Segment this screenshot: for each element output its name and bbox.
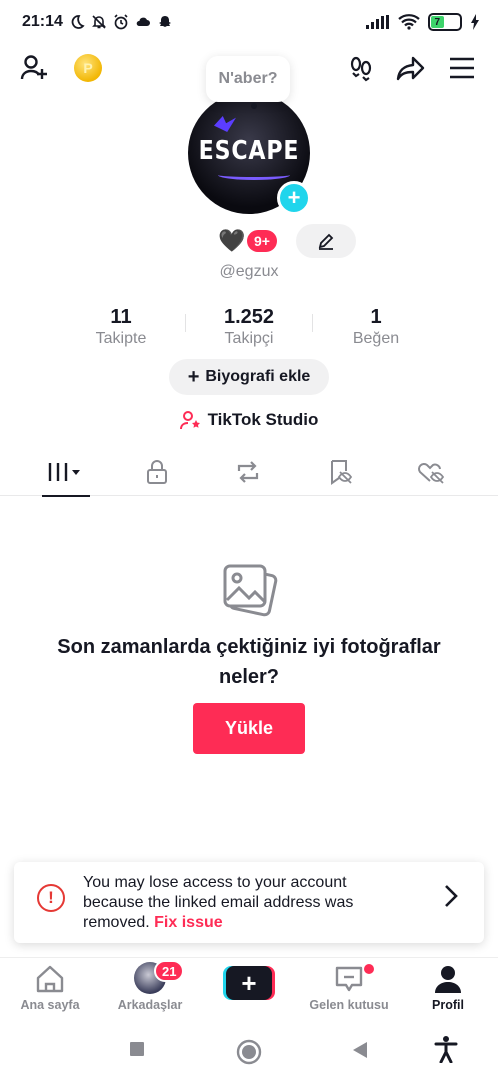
footprints-icon[interactable]	[343, 50, 379, 86]
add-story-plus-icon[interactable]: +	[277, 181, 311, 215]
profile-icon	[435, 966, 461, 993]
add-bio-button[interactable]: + Biyografi ekle	[169, 359, 329, 395]
home-icon	[36, 965, 64, 993]
nav-inbox[interactable]: Gelen kutusu	[299, 958, 399, 1022]
charging-icon	[471, 14, 479, 30]
tab-liked[interactable]	[401, 448, 461, 496]
nav-profile-label: Profil	[432, 998, 464, 1012]
black-heart-icon: 🖤	[218, 228, 246, 253]
battery-indicator: 7	[428, 13, 462, 31]
plus-icon: +	[226, 966, 272, 1000]
profile-tabs	[0, 448, 498, 497]
nav-friends-label: Arkadaşlar	[117, 998, 183, 1012]
nav-home-label: Ana sayfa	[20, 998, 80, 1012]
avatar-logo-text: ESCAPE	[198, 136, 300, 166]
grid-icon	[48, 463, 80, 481]
inbox-unread-dot	[364, 964, 374, 974]
heart-hidden-icon	[418, 463, 445, 484]
back-triangle-icon[interactable]	[350, 1039, 370, 1061]
nav-friends[interactable]: Arkadaşlar	[100, 958, 200, 1022]
snapchat-icon	[158, 16, 171, 27]
tab-favorites[interactable]	[310, 448, 370, 496]
fix-issue-link[interactable]: Fix issue	[154, 914, 222, 931]
plus-icon: +	[187, 365, 200, 388]
share-icon[interactable]	[393, 50, 429, 86]
add-bio-label: Biyografi ekle	[205, 368, 311, 385]
bell-muted-icon	[91, 15, 106, 29]
notification-count-badge[interactable]: 9+	[247, 230, 277, 252]
upload-button[interactable]: Yükle	[193, 703, 305, 754]
empty-state-title: Son zamanlarda çektiğiniz iyi fotoğrafla…	[57, 636, 441, 688]
chevron-right-icon[interactable]	[444, 884, 458, 908]
tab-reposts[interactable]	[218, 448, 278, 496]
signal-icon	[366, 15, 389, 29]
bookmark-hidden-icon	[331, 460, 353, 485]
repost-icon	[237, 461, 259, 483]
lock-icon	[147, 460, 167, 484]
recents-icon[interactable]	[127, 1039, 147, 1059]
tab-videos[interactable]	[36, 448, 96, 497]
profile-stats: 11 Takipte 1.252 Takipçi 1 Beğen	[0, 306, 498, 350]
nav-inbox-label: Gelen kutusu	[309, 998, 389, 1012]
stat-followers[interactable]: 1.252 Takipçi	[189, 306, 309, 348]
accessibility-icon[interactable]	[434, 1035, 458, 1063]
alarm-icon	[114, 14, 128, 30]
edit-profile-button[interactable]	[296, 224, 356, 258]
tab-private[interactable]	[127, 448, 187, 496]
photos-icon	[223, 564, 278, 617]
friends-count-badge: 21	[154, 960, 185, 982]
home-circle-icon[interactable]	[236, 1039, 262, 1065]
menu-icon[interactable]	[444, 50, 480, 86]
system-navigation	[0, 1021, 498, 1080]
cloud-icon	[136, 17, 150, 26]
coin-icon[interactable]: P	[74, 54, 102, 82]
tiktok-studio-label: TikTok Studio	[207, 410, 319, 429]
pencil-icon	[318, 233, 334, 250]
warning-icon: !	[37, 884, 65, 912]
account-warning-card[interactable]: ! You may lose access to your account be…	[14, 862, 484, 943]
bottom-navigation: Ana sayfa Arkadaşlar 21 + Gelen kutusu P…	[0, 957, 498, 1021]
tiktok-studio-link[interactable]: TikTok Studio	[0, 410, 498, 430]
bird-logo-mark	[214, 116, 236, 132]
status-bar: 21:14 7	[0, 0, 498, 44]
nav-profile[interactable]: Profil	[398, 958, 498, 1022]
battery-level: 7	[434, 16, 441, 28]
moon-icon	[71, 15, 85, 29]
add-friend-icon[interactable]	[16, 50, 52, 86]
note-bubble-text: N'aber?	[218, 70, 278, 87]
inbox-icon	[335, 966, 363, 992]
note-bubble[interactable]: N'aber?	[206, 56, 290, 102]
wifi-icon	[398, 14, 420, 30]
username: @egzux	[219, 263, 279, 280]
status-time: 21:14	[22, 13, 63, 30]
create-button[interactable]: +	[223, 966, 275, 1000]
profile-actions-row: 🖤 9+	[0, 224, 498, 258]
nav-home[interactable]: Ana sayfa	[0, 958, 100, 1022]
stat-following[interactable]: 11 Takipte	[61, 306, 181, 348]
stat-likes[interactable]: 1 Beğen	[316, 306, 436, 348]
person-star-icon	[179, 411, 200, 430]
